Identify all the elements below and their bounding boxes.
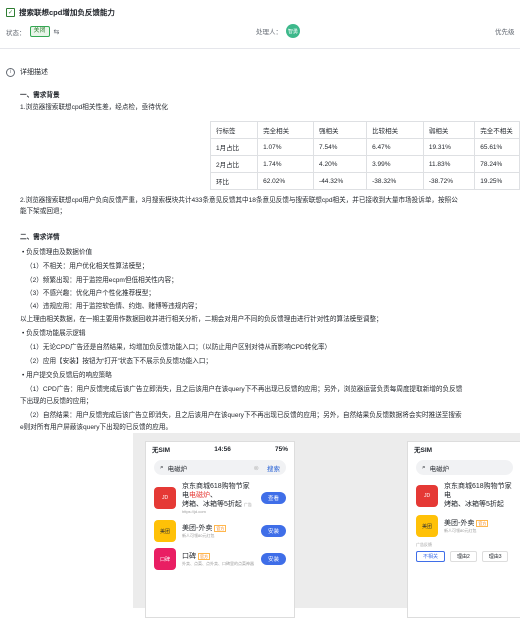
list-item: （1）CPD广告：用户反馈完成后该广告立即消失，且之后该用户在该query下不再… [26, 386, 463, 393]
search-icon: ⌕ [160, 463, 164, 471]
section-header[interactable]: i 详细描述 [6, 67, 48, 77]
table-cell: 比较相关 [366, 121, 424, 139]
list-item: （3）不感兴趣：优化用户个性化推荐模型； [26, 290, 155, 297]
phone-mockup-right: 无SIM ⌕ 电磁炉 JD 京东商城618购物节家电 烤箱、冰箱等5折起 美团 … [407, 441, 520, 618]
table-cell: 环比 [209, 172, 259, 190]
install-button[interactable]: 安装 [260, 553, 286, 565]
heading-background: 一、需求背景 [20, 92, 60, 99]
info-icon: i [6, 67, 15, 77]
search-input[interactable]: 电磁炉 [430, 463, 450, 473]
koubei-logo-icon: 口碑 [154, 548, 176, 570]
jd-logo-icon: JD [416, 484, 438, 507]
table-cell: 62.02% [257, 172, 315, 190]
list-item: （1）无论CPD广告还是自然结果，均增加负反馈功能入口；（以防止用户区别对待从而… [26, 344, 332, 351]
paragraph: 2.浏览器搜索联想cpd用户负向反馈严重，3月搜索模块共计433条意见反馈其中1… [20, 197, 458, 204]
paragraph: 1.浏览器搜索联想cpd相关性差，经点检，亟待优化 [20, 104, 169, 111]
search-input[interactable]: 电磁炉 [168, 463, 188, 473]
search-bar[interactable]: ⌕ 电磁炉 ⊗ 搜索 [154, 460, 286, 475]
table-cell: 完全相关 [257, 121, 315, 139]
search-icon: ⌕ [422, 463, 426, 471]
meituan-logo-icon: 美团 [416, 515, 438, 537]
table-cell: 4.20% [313, 155, 368, 173]
feedback-panel: 广告反馈 不相关 理由2 理由3 [408, 540, 520, 564]
install-button[interactable]: 安装 [260, 525, 286, 537]
screenshot-area: 无SIM 14:56 75% ⌕ 电磁炉 ⊗ 搜索 JD 京东商城618购物节家… [133, 433, 520, 618]
table-row: 1月占比 1.07% 7.54% 6.47% 19.31% 65.61% [209, 138, 520, 156]
table-cell: 1月占比 [209, 138, 259, 156]
table-cell: 19.31% [422, 138, 476, 156]
list-item: （1）不相关：用户优化相关性算法模型； [26, 263, 149, 270]
table-cell: 7.54% [313, 138, 368, 156]
avatar[interactable]: 智勇 [286, 24, 300, 38]
result-item[interactable]: JD 京东商城618购物节家电 烤箱、冰箱等5折起 [408, 479, 520, 512]
list-item: • 负反馈理由及数据价值 [22, 249, 93, 256]
table-cell: -38.32% [366, 172, 424, 190]
divider [0, 48, 520, 49]
feedback-reason-chip[interactable]: 理由3 [481, 551, 509, 562]
table-cell: 19.25% [474, 172, 520, 190]
status-badge[interactable]: 关闭 [29, 26, 50, 37]
page-title: ✓ 搜索联想cpd增加负反馈能力 [6, 8, 115, 17]
checkbox-icon[interactable]: ✓ [6, 8, 15, 17]
status-bar: 无SIM [414, 447, 433, 454]
result-item[interactable]: 美团 美团-外卖 官方 新人可领80元红包 安装 [146, 517, 294, 545]
table-cell: 1.07% [257, 138, 315, 156]
status-row: 状态： 关闭 ⇆ [6, 26, 60, 37]
result-item[interactable]: 美团 美团-外卖 官方 新人可领80元红包 [408, 512, 520, 540]
table-cell: 3.99% [366, 155, 424, 173]
table-cell: 11.83% [422, 155, 476, 173]
result-item[interactable]: 口碑 口碑 官方 外卖、点菜、点外卖、口碑里的点菜神器 安装 [146, 545, 294, 573]
table-cell: 行标签 [209, 121, 259, 139]
clear-icon[interactable]: ⊗ [254, 464, 259, 472]
table-cell: 78.24% [474, 155, 520, 173]
paragraph: 下出现的已反馈的应用； [20, 398, 93, 405]
feedback-reason-chip[interactable]: 理由2 [449, 551, 477, 562]
result-item[interactable]: JD 京东商城618购物节家电电磁炉、 烤箱、冰箱等5折起 广告 https:/… [146, 479, 294, 517]
assignee-row: 处理人： 智勇 [256, 24, 300, 38]
table-cell: 完全不相关 [474, 121, 520, 139]
table-header-row: 行标签 完全相关 强相关 比较相关 弱相关 完全不相关 [209, 121, 520, 139]
paragraph: 能下架或回退； [20, 208, 67, 215]
list-item: • 负反馈功能展示逻辑 [22, 330, 86, 337]
phone-mockup-left: 无SIM 14:56 75% ⌕ 电磁炉 ⊗ 搜索 JD 京东商城618购物节家… [145, 441, 295, 618]
paragraph: 以上理由相关数据，在一期主要用作数据回收并进行相关分析，二期会对用户不同的负反馈… [20, 316, 383, 323]
jd-logo-icon: JD [154, 487, 176, 509]
list-item: （2）频繁出现：用于监控用ecpm但低相关性内容； [26, 277, 178, 284]
priority-label: 优先级 [495, 29, 515, 36]
list-item: • 用户提交负反馈后的响应策略 [22, 372, 112, 379]
table-cell: 弱相关 [422, 121, 476, 139]
table-cell: 6.47% [366, 138, 424, 156]
feedback-reason-chip[interactable]: 不相关 [416, 551, 446, 562]
list-item: （2）应用【安装】按钮为“打开”状态下不展示负反馈功能入口； [26, 358, 213, 365]
status-bar: 无SIM 14:56 75% [152, 445, 288, 455]
search-button[interactable]: 搜索 [267, 463, 280, 473]
table-cell: 2月占比 [209, 155, 259, 173]
stats-table: 行标签 完全相关 强相关 比较相关 弱相关 完全不相关 1月占比 1.07% 7… [209, 121, 520, 190]
table-cell: 65.61% [474, 138, 520, 156]
view-button[interactable]: 查看 [260, 492, 286, 504]
table-cell: 强相关 [313, 121, 368, 139]
list-item: （4）违规应用：用于监控软色情、约炮、赌博等违规内容； [26, 303, 202, 310]
table-row: 环比 62.02% -44.32% -38.32% -38.72% 19.25% [209, 172, 520, 190]
table-row: 2月占比 1.74% 4.20% 3.99% 11.83% 78.24% [209, 155, 520, 173]
table-cell: -38.72% [422, 172, 476, 190]
list-item: （2）自然结果：用户反馈完成后该广告立即消失，且之后该用户在该query下不再出… [26, 412, 462, 419]
table-cell: -44.32% [313, 172, 368, 190]
search-bar[interactable]: ⌕ 电磁炉 [416, 460, 513, 475]
meituan-logo-icon: 美团 [154, 520, 176, 542]
heading-details: 二、需求详情 [20, 234, 60, 241]
switch-icon[interactable]: ⇆ [54, 28, 60, 36]
paragraph: e则对所有用户屏蔽该query下出现的已反馈的应用。 [20, 424, 173, 431]
table-cell: 1.74% [257, 155, 315, 173]
